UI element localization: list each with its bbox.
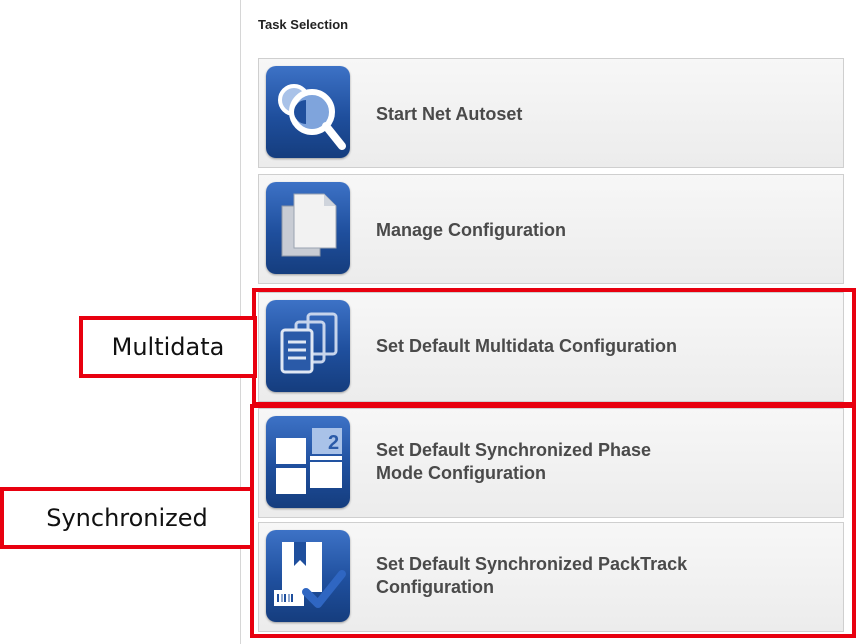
start-net-autoset-label: Start Net Autoset [376,104,523,124]
synchronized-highlight-box [250,404,856,638]
multidata-highlight-box [252,288,856,406]
manage-configuration-label: Manage Configuration [376,220,566,240]
screenshot-stage: Task Selection Start Net Autoset Manage … [0,0,859,644]
autoset-magnifier-icon [266,66,350,158]
start-net-autoset-button[interactable]: Start Net Autoset [258,58,844,168]
multidata-callout-label: Multidata [79,316,257,378]
document-icon [266,182,350,274]
panel-title: Task Selection [258,17,349,32]
synchronized-callout-label: Synchronized [0,487,254,549]
manage-configuration-button[interactable]: Manage Configuration [258,174,844,284]
